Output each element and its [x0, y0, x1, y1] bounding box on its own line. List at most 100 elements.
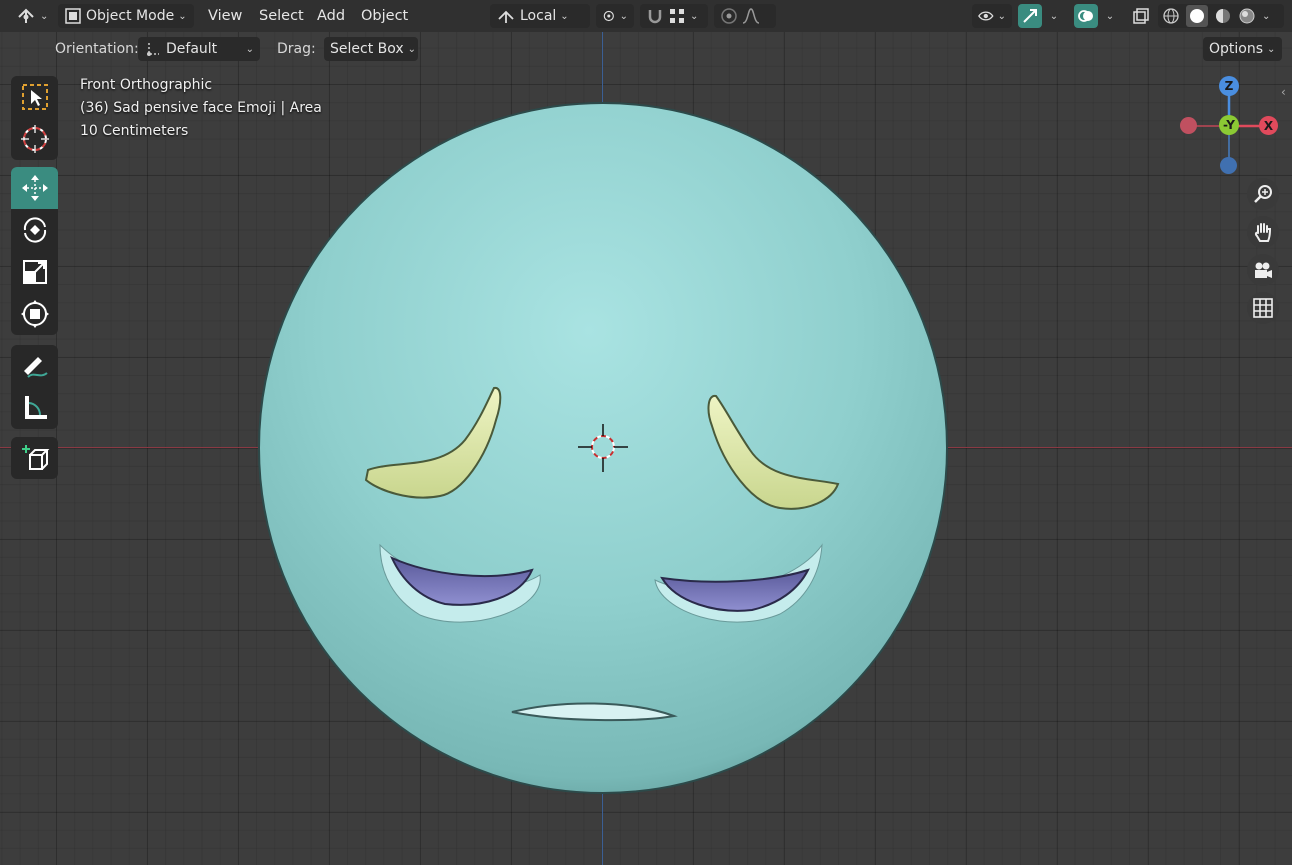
gizmo-x-axis[interactable]: X [1259, 116, 1278, 135]
chevron-down-icon: ⌄ [40, 10, 49, 22]
overlays-toggle[interactable] [1074, 4, 1098, 28]
toolbar-add-group [11, 437, 58, 479]
chevron-down-icon: ⌄ [560, 10, 569, 22]
select-box-tool[interactable] [11, 76, 58, 118]
annotate-tool[interactable] [11, 345, 58, 387]
magnet-icon [648, 10, 662, 24]
chevron-down-icon: ⌄ [1267, 43, 1276, 55]
add-cube-icon [21, 445, 49, 470]
viewport-header: ⌄ Object Mode ⌄ View Select Add Object L… [0, 0, 1292, 32]
chevron-down-icon: ⌄ [178, 10, 187, 22]
drag-setting-dropdown[interactable]: Select Box ⌄ [324, 37, 418, 61]
transform-icon [20, 300, 49, 328]
eye-icon [978, 11, 994, 21]
gizmo-neg-x-axis[interactable] [1180, 117, 1197, 134]
hand-icon [1254, 223, 1272, 242]
drag-setting-value: Select Box [330, 41, 404, 57]
xray-toggle[interactable] [1130, 4, 1152, 28]
grid-icon [1253, 298, 1273, 318]
gizmo-toggle[interactable] [1018, 4, 1042, 28]
snap-controls[interactable]: ⌄ [640, 4, 708, 28]
toolbar-transform-group [11, 167, 58, 335]
xray-icon [1133, 8, 1149, 24]
gizmo-neg-z-axis[interactable] [1220, 157, 1237, 174]
select-box-icon [21, 84, 48, 110]
tool-settings-bar: Orientation: Default ⌄ Drag: Select Box … [0, 32, 1292, 66]
menu-add[interactable]: Add [310, 4, 352, 28]
editor-type-icon [18, 8, 34, 23]
chevron-down-icon: ⌄ [245, 43, 254, 55]
rendered-shading-icon[interactable] [1238, 7, 1256, 25]
chevron-down-icon: ⌄ [1049, 10, 1059, 22]
rotate-tool[interactable] [11, 209, 58, 251]
camera-view-button[interactable] [1247, 254, 1279, 286]
orientation-label: Local [520, 8, 557, 24]
proportional-editing-controls[interactable] [714, 4, 776, 28]
scale-icon [22, 260, 47, 284]
menu-object[interactable]: Object [354, 4, 415, 28]
menu-select[interactable]: Select [252, 4, 311, 28]
measure-icon [24, 396, 47, 419]
toolbar-annotate-group [11, 345, 58, 429]
toolbar-select-group [11, 76, 58, 160]
local-orientation-icon [498, 10, 514, 23]
add-cube-tool[interactable] [11, 437, 58, 479]
gizmo-dropdown[interactable]: ⌄ [1044, 4, 1064, 28]
chevron-down-icon: ⌄ [1105, 10, 1115, 22]
transform-orientation-dropdown[interactable]: Local ⌄ [490, 4, 590, 28]
emoji-model[interactable] [0, 32, 1292, 865]
solid-shading-icon [1190, 9, 1204, 23]
falloff-curve-icon [742, 8, 760, 24]
default-orientation-icon [147, 43, 159, 56]
sidebar-expand-arrow[interactable]: ‹ [1281, 84, 1292, 100]
orientation-setting-label: Orientation: [55, 41, 139, 57]
options-dropdown[interactable]: Options ⌄ [1203, 37, 1282, 61]
proportional-edit-icon [721, 8, 737, 24]
transform-tool[interactable] [11, 293, 58, 335]
chevron-down-icon: ⌄ [997, 10, 1006, 22]
shading-controls: ⌄ [1158, 4, 1284, 28]
menu-view[interactable]: View [201, 4, 249, 28]
move-tool[interactable] [11, 167, 58, 209]
ortho-toggle-button[interactable] [1247, 292, 1279, 324]
chevron-down-icon[interactable]: ⌄ [1262, 11, 1270, 22]
face-sphere [258, 102, 948, 794]
orientation-setting-value: Default [166, 41, 218, 57]
chevron-down-icon: ⌄ [690, 10, 699, 22]
chevron-down-icon: ⌄ [407, 43, 417, 55]
annotate-icon [23, 357, 48, 378]
mode-dropdown[interactable]: Object Mode ⌄ [58, 4, 194, 28]
3d-viewport[interactable]: Front Orthographic (36) Sad pensive face… [0, 32, 1292, 865]
gizmo-icon [1023, 9, 1037, 23]
visibility-dropdown[interactable]: ⌄ [972, 4, 1012, 28]
material-preview-icon[interactable] [1214, 7, 1232, 25]
rotate-icon [23, 217, 46, 243]
scale-tool[interactable] [11, 251, 58, 293]
snap-increment-icon [670, 9, 684, 23]
orientation-setting-dropdown[interactable]: Default ⌄ [138, 37, 260, 61]
overlays-dropdown[interactable]: ⌄ [1100, 4, 1120, 28]
pivot-point-dropdown[interactable]: ⌄ [596, 4, 634, 28]
mode-label: Object Mode [86, 8, 175, 24]
view-name-label: Front Orthographic [80, 77, 213, 93]
pan-button[interactable] [1247, 216, 1279, 248]
zoom-button[interactable] [1247, 178, 1279, 210]
cursor-tool[interactable] [11, 118, 58, 160]
measure-tool[interactable] [11, 387, 58, 429]
object-mode-icon [65, 8, 81, 24]
camera-icon [1255, 262, 1272, 278]
grid-scale-label: 10 Centimeters [80, 123, 189, 139]
chevron-down-icon: ⌄ [619, 10, 628, 22]
gizmo-z-axis[interactable]: Z [1219, 76, 1239, 96]
pivot-icon [603, 10, 614, 22]
drag-setting-label: Drag: [277, 41, 316, 57]
object-info-label: (36) Sad pensive face Emoji | Area [80, 100, 322, 116]
solid-shading-button[interactable] [1186, 5, 1208, 27]
wireframe-shading-icon[interactable] [1162, 7, 1180, 25]
gizmo-neg-y-axis[interactable]: -Y [1219, 115, 1239, 135]
options-label: Options [1209, 41, 1264, 57]
overlays-icon [1078, 10, 1093, 22]
editor-type-button[interactable]: ⌄ [10, 4, 54, 28]
zoom-icon [1254, 185, 1272, 203]
move-icon [21, 175, 48, 201]
